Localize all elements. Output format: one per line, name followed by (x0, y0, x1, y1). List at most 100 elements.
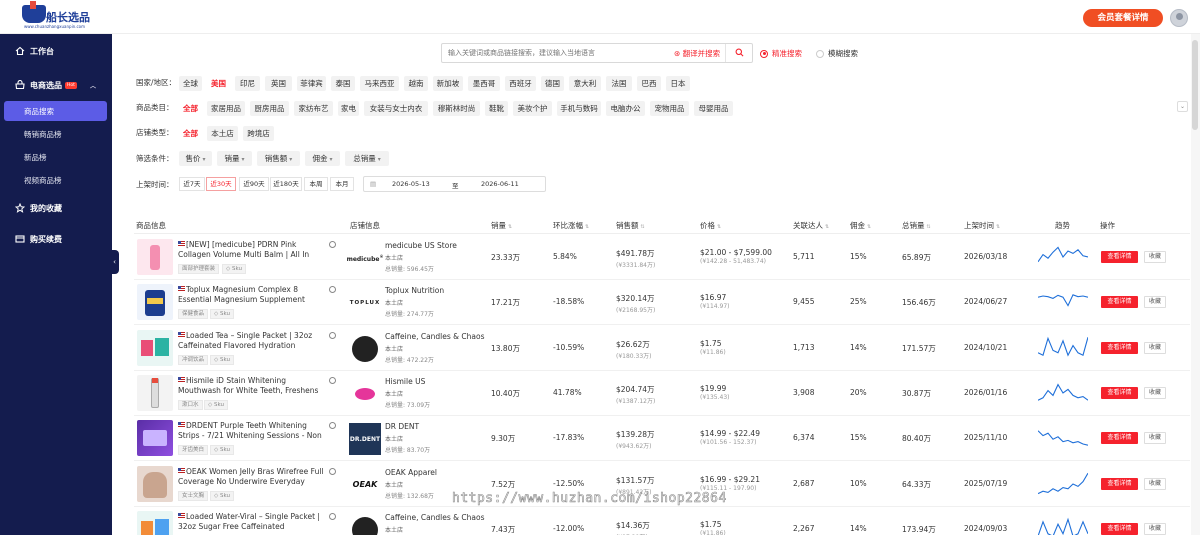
time-chip-5[interactable]: 本月 (330, 177, 354, 191)
view-details-button[interactable]: 查看详情 (1101, 251, 1138, 263)
sku-tag[interactable]: ◇ Sku (204, 399, 228, 410)
view-details-button[interactable]: 查看详情 (1101, 386, 1138, 399)
store-name[interactable]: Caffeine, Candles & Chaos (385, 513, 485, 522)
category-chip-4[interactable]: 家电 (338, 101, 359, 116)
country-chip-3[interactable]: 英国 (265, 76, 292, 91)
category-chip-0[interactable]: 全部 (179, 101, 202, 116)
column-header-2[interactable]: 销量 ⇅ (491, 220, 512, 231)
date-range-picker[interactable]: ▤ 2026-05-13 至 2026-06-11 (363, 176, 546, 192)
category-chip-2[interactable]: 厨房用品 (250, 101, 289, 116)
category-chip-6[interactable]: 穆斯林时尚 (433, 101, 480, 116)
store-name[interactable]: medicube US Store (385, 241, 457, 250)
condition-dropdown-1[interactable]: 销量 (217, 151, 252, 166)
store-logo[interactable]: medicube® (347, 242, 384, 274)
country-chip-12[interactable]: 意大利 (569, 76, 601, 91)
store-logo[interactable]: DR.DENT (349, 423, 381, 456)
sidebar-item-purchase[interactable]: 购买续费 (0, 228, 112, 250)
store-type-chip-2[interactable]: 跨境店 (243, 126, 274, 141)
category-chip-12[interactable]: 母婴用品 (694, 101, 733, 116)
sku-tag[interactable]: ◇ Sku (210, 445, 234, 456)
time-chip-1[interactable]: 近30天 (206, 177, 236, 191)
store-logo[interactable] (349, 333, 381, 365)
trend-sparkline[interactable] (1038, 288, 1088, 316)
copy-link-icon[interactable] (329, 241, 336, 248)
trend-sparkline[interactable] (1038, 334, 1088, 362)
view-details-button[interactable]: 查看详情 (1101, 477, 1138, 490)
country-chip-9[interactable]: 墨西哥 (468, 76, 500, 91)
store-logo[interactable] (349, 378, 381, 410)
sku-tag[interactable]: ◇ Sku (210, 309, 234, 320)
category-chip-5[interactable]: 女装与女士内衣 (364, 101, 428, 116)
country-chip-10[interactable]: 西班牙 (505, 76, 536, 91)
copy-link-icon[interactable] (329, 331, 336, 339)
condition-dropdown-3[interactable]: 佣金 (305, 151, 340, 166)
store-logo[interactable]: TOPLUX (349, 287, 381, 319)
time-chip-3[interactable]: 近180天 (270, 177, 302, 191)
view-details-button[interactable]: 查看详情 (1101, 432, 1138, 445)
sidebar-collapse-button[interactable]: ‹ (110, 250, 119, 274)
product-thumbnail[interactable] (137, 374, 173, 411)
category-chip-3[interactable]: 家纺布艺 (294, 101, 333, 116)
country-chip-6[interactable]: 马来西亚 (360, 76, 399, 91)
view-details-button[interactable]: 查看详情 (1101, 341, 1138, 354)
fuzzy-search-radio[interactable]: 模糊搜索 (816, 48, 858, 59)
favorite-button[interactable]: 收藏 (1144, 251, 1166, 263)
translate-search-button[interactable]: ⊛ 翻译并搜索 (674, 48, 720, 59)
column-header-3[interactable]: 环比涨幅 ⇅ (553, 220, 589, 231)
category-chip-1[interactable]: 家居用品 (207, 101, 245, 116)
vip-package-button[interactable]: 会员套餐详情 (1083, 9, 1163, 27)
condition-dropdown-2[interactable]: 销售额 (257, 151, 300, 166)
date-end[interactable]: 2026-06-11 (481, 180, 519, 188)
favorite-button[interactable]: 收藏 (1144, 432, 1166, 445)
trend-sparkline[interactable] (1038, 515, 1088, 535)
product-title[interactable]: DRDENT Purple Teeth Whitening Strips - 7… (178, 421, 326, 441)
column-header-9[interactable]: 上架时间 ⇅ (964, 220, 1000, 231)
favorite-button[interactable]: 收藏 (1144, 386, 1166, 399)
sku-tag[interactable]: ◇ Sku (210, 490, 234, 501)
trend-sparkline[interactable] (1038, 379, 1088, 407)
copy-link-icon[interactable] (329, 467, 336, 475)
sidebar-item-new-products[interactable]: 新品榜 (4, 147, 107, 167)
store-type-chip-1[interactable]: 本土店 (207, 126, 238, 141)
time-chip-2[interactable]: 近90天 (239, 177, 269, 191)
sidebar-item-favorites[interactable]: 我的收藏 (0, 197, 112, 219)
product-title[interactable]: Hismile iD Stain Whitening Mouthwash for… (178, 376, 326, 396)
favorite-button[interactable]: 收藏 (1144, 296, 1166, 309)
precise-search-radio[interactable]: 精准搜索 (760, 48, 802, 59)
store-logo[interactable]: OEAK (349, 469, 381, 501)
product-thumbnail[interactable] (137, 420, 173, 457)
sidebar-item-product-search[interactable]: 商品搜索 (4, 101, 107, 121)
column-header-8[interactable]: 总销量 ⇅ (902, 220, 931, 231)
store-type-chip-0[interactable]: 全部 (179, 126, 202, 141)
category-chip-10[interactable]: 电脑办公 (606, 101, 645, 116)
product-thumbnail[interactable] (137, 329, 173, 366)
trend-sparkline[interactable] (1038, 470, 1088, 498)
product-title[interactable]: Loaded Water-Viral – Single Packet | 32o… (178, 512, 326, 532)
product-title[interactable]: [NEW] [medicube] PDRN Pink Collagen Volu… (178, 240, 326, 260)
country-chip-0[interactable]: 全球 (179, 76, 202, 91)
sku-tag[interactable]: ◇ Sku (210, 354, 234, 365)
store-name[interactable]: DR DENT (385, 422, 419, 431)
country-chip-1[interactable]: 美国 (207, 76, 230, 91)
date-start[interactable]: 2026-05-13 (392, 180, 430, 188)
time-chip-0[interactable]: 近7天 (179, 177, 205, 191)
country-chip-7[interactable]: 越南 (404, 76, 428, 91)
product-title[interactable]: Toplux Magnesium Complex 8 Essential Mag… (178, 285, 326, 305)
search-button[interactable] (725, 44, 753, 62)
sidebar-item-video-products[interactable]: 视频商品榜 (4, 170, 107, 190)
copy-link-icon[interactable] (329, 422, 336, 430)
product-thumbnail[interactable] (137, 510, 173, 535)
favorite-button[interactable]: 收藏 (1144, 477, 1166, 490)
copy-link-icon[interactable] (329, 286, 336, 294)
store-name[interactable]: OEAK Apparel (385, 468, 437, 477)
copy-link-icon[interactable] (329, 512, 336, 520)
sidebar-item-workbench[interactable]: 工作台 (0, 40, 112, 62)
country-chip-5[interactable]: 泰国 (331, 76, 355, 91)
favorite-button[interactable]: 收藏 (1144, 341, 1166, 354)
search-input[interactable] (448, 46, 668, 60)
product-thumbnail[interactable] (137, 284, 173, 321)
time-chip-4[interactable]: 本周 (304, 177, 328, 191)
logo[interactable]: 船长选品 www.chuanzhangxuanpin.com (22, 1, 90, 31)
store-name[interactable]: Hismile US (385, 377, 425, 386)
condition-dropdown-4[interactable]: 总销量 (345, 151, 389, 166)
